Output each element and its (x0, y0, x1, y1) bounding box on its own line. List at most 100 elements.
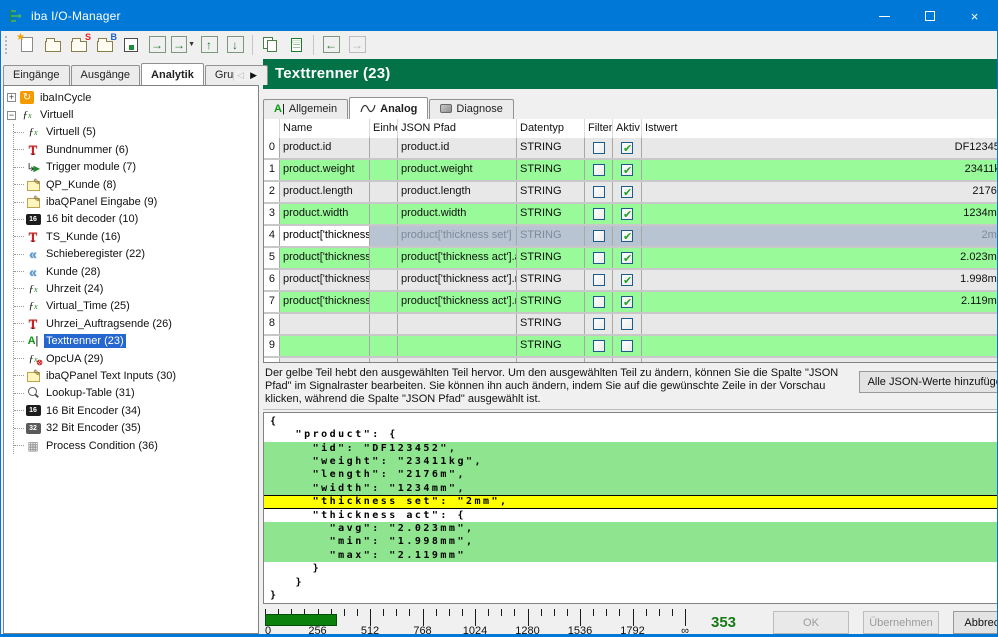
tree-item-16-bit-encoder-34[interactable]: 1616 Bit Encoder (34) (14, 402, 258, 419)
save-icon[interactable] (119, 34, 143, 56)
cell-json-pfad[interactable]: product['thickness act'].max (398, 292, 517, 312)
cell-datentyp[interactable]: STRING (517, 226, 585, 246)
column-header-einheit[interactable]: Einheit (370, 119, 398, 138)
tree-item-opcua-29[interactable]: ƒx⊗OpcUA (29) (14, 350, 258, 367)
json-preview-line[interactable]: "max": "2.119mm" (264, 549, 998, 562)
aktiv-checkbox[interactable] (621, 274, 633, 286)
tab-analytik[interactable]: Analytik (141, 63, 204, 85)
open-folder-b-icon[interactable]: B (93, 34, 117, 56)
cell-datentyp[interactable]: STRING (517, 204, 585, 224)
cell-datentyp[interactable]: STRING (517, 292, 585, 312)
maximize-button[interactable] (907, 1, 952, 31)
tree-item-virtuell[interactable]: −ƒxVirtuell (6, 106, 258, 123)
filter-checkbox[interactable] (593, 274, 605, 286)
row-number[interactable]: 7 (264, 292, 280, 312)
tree-item-ibaincycle[interactable]: +↻ibaInCycle (6, 89, 258, 106)
tree-item-16-bit-decoder-10[interactable]: 1616 bit decoder (10) (14, 211, 258, 228)
cell-datentyp[interactable]: STRING (517, 270, 585, 290)
filter-checkbox[interactable] (593, 340, 605, 352)
new-file-icon[interactable]: ★ (15, 34, 39, 56)
cell-json-pfad[interactable]: product.id (398, 138, 517, 158)
cell-name[interactable]: product['thickness act'].... (280, 292, 370, 312)
cell-datentyp[interactable]: STRING (517, 182, 585, 202)
json-preview-line[interactable]: "thickness set": "2mm", (264, 495, 998, 508)
column-header-istwert[interactable]: Istwert (642, 119, 998, 138)
cell-json-pfad[interactable]: product.length (398, 182, 517, 202)
json-preview-line[interactable]: } (264, 562, 998, 575)
filter-checkbox[interactable] (593, 296, 605, 308)
aktiv-checkbox[interactable] (621, 318, 633, 330)
cell-einheit[interactable] (370, 314, 398, 334)
json-preview-line[interactable]: "width": "1234mm", (264, 482, 998, 495)
json-preview-line[interactable]: "length": "2176m", (264, 468, 998, 481)
tree-item-trigger-module-7[interactable]: ↳▶Trigger module (7) (14, 159, 258, 176)
cell-einheit[interactable] (370, 270, 398, 290)
filter-checkbox[interactable] (593, 230, 605, 242)
aktiv-checkbox[interactable] (621, 340, 633, 352)
row-number[interactable]: 3 (264, 204, 280, 224)
copy-icon[interactable] (258, 34, 282, 56)
import-icon[interactable]: → (145, 34, 169, 56)
row-number[interactable]: 10 (264, 358, 280, 363)
cell-json-pfad[interactable] (398, 358, 517, 363)
aktiv-checkbox[interactable] (621, 164, 633, 176)
cell-einheit[interactable] (370, 204, 398, 224)
tree-item-uhrzeit-24[interactable]: ƒxUhrzeit (24) (14, 280, 258, 297)
row-number[interactable]: 1 (264, 160, 280, 180)
cell-einheit[interactable] (370, 358, 398, 363)
cell-datentyp[interactable]: STRING (517, 336, 585, 356)
cell-json-pfad[interactable]: product.width (398, 204, 517, 224)
json-preview-line[interactable]: "id": "DF123452", (264, 442, 998, 455)
add-all-json-values-button[interactable]: Alle JSON-Werte hinzufügen (859, 371, 998, 393)
column-header-name[interactable]: Name (280, 119, 370, 138)
filter-checkbox[interactable] (593, 186, 605, 198)
tab-analog[interactable]: Analog (349, 97, 428, 119)
tab-ausgänge[interactable]: Ausgänge (71, 65, 141, 85)
paste-icon[interactable] (284, 34, 308, 56)
nav-back-icon[interactable]: ← (319, 34, 343, 56)
move-down-icon[interactable]: ↓ (223, 34, 247, 56)
cell-einheit[interactable] (370, 138, 398, 158)
tree-item-qp-kunde-8[interactable]: QP_Kunde (8) (14, 176, 258, 193)
json-preview-line[interactable]: } (264, 576, 998, 589)
cell-einheit[interactable] (370, 182, 398, 202)
filter-checkbox[interactable] (593, 318, 605, 330)
cell-name[interactable]: product.length (280, 182, 370, 202)
cell-json-pfad[interactable]: product['thickness set'] (398, 226, 517, 246)
cell-datentyp[interactable]: STRING (517, 248, 585, 268)
cell-json-pfad[interactable]: product['thickness act'].min (398, 270, 517, 290)
tree-item-uhrzei-auftragsende-26[interactable]: TUhrzei_Auftragsende (26) (14, 315, 258, 332)
column-header-json-pfad[interactable]: JSON Pfad (398, 119, 517, 138)
cell-datentyp[interactable]: STRING (517, 160, 585, 180)
expand-icon[interactable]: + (7, 93, 16, 102)
cell-name[interactable] (280, 336, 370, 356)
minimize-button[interactable] (862, 1, 907, 31)
cell-name[interactable] (280, 314, 370, 334)
tree-item-bundnummer-6[interactable]: TBundnummer (6) (14, 141, 258, 158)
tree-item-virtuell-5[interactable]: ƒxVirtuell (5) (14, 124, 258, 141)
close-button[interactable]: × (952, 1, 997, 31)
column-header-filter[interactable]: Filter (585, 119, 613, 138)
json-preview-line[interactable]: "thickness act": { (264, 509, 998, 522)
cell-einheit[interactable] (370, 292, 398, 312)
row-number[interactable]: 2 (264, 182, 280, 202)
collapse-icon[interactable]: − (7, 111, 16, 120)
cell-name[interactable]: product.id (280, 138, 370, 158)
json-preview-line[interactable]: "product": { (264, 428, 998, 441)
cell-datentyp[interactable]: STRING (517, 138, 585, 158)
cell-name[interactable] (280, 358, 370, 363)
move-up-icon[interactable]: ↑ (197, 34, 221, 56)
cell-name[interactable]: product['thickness set'] (280, 226, 370, 246)
aktiv-checkbox[interactable] (621, 186, 633, 198)
cell-datentyp[interactable]: STRING (517, 314, 585, 334)
filter-checkbox[interactable] (593, 142, 605, 154)
row-number[interactable]: 9 (264, 336, 280, 356)
tree-item-texttrenner-23[interactable]: A|Texttrenner (23) (14, 332, 258, 349)
json-preview-line[interactable]: "weight": "23411kg", (264, 455, 998, 468)
open-folder-icon[interactable] (41, 34, 65, 56)
column-header-datentyp[interactable]: Datentyp (517, 119, 585, 138)
cell-json-pfad[interactable] (398, 336, 517, 356)
tree-item-ts-kunde-16[interactable]: TTS_Kunde (16) (14, 228, 258, 245)
json-preview-line[interactable]: "min": "1.998mm", (264, 535, 998, 548)
cell-einheit[interactable] (370, 160, 398, 180)
